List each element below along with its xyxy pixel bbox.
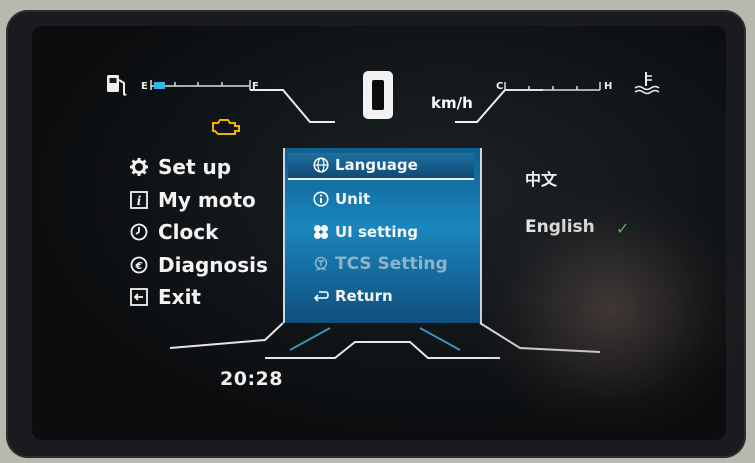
temp-hot-label: H: [604, 81, 613, 92]
checkmark-icon: ✓: [616, 219, 630, 238]
menu-item-clock[interactable]: Clock: [130, 218, 218, 246]
menu-item-label: Diagnosis: [158, 253, 268, 277]
fuel-full-label: F: [252, 81, 259, 92]
menu-item-set-up[interactable]: Set up: [130, 153, 231, 181]
menu-item-label: Clock: [158, 220, 219, 244]
menu-item-diagnosis[interactable]: € Diagnosis: [130, 251, 268, 279]
language-option-chinese[interactable]: 中文: [525, 166, 557, 190]
menu-item-my-moto[interactable]: i My moto: [130, 186, 256, 214]
submenu-item-unit[interactable]: Unit: [313, 187, 370, 211]
diagnosis-icon: €: [130, 256, 148, 274]
clock-icon: [130, 223, 148, 241]
exit-icon: [130, 288, 148, 306]
language-option-english[interactable]: English: [525, 217, 595, 237]
info-circle-icon: [313, 191, 329, 207]
menu-item-label: Set up: [158, 155, 232, 179]
submenu-item-tcs-setting[interactable]: TCS Setting: [313, 252, 448, 276]
coolant-temperature-icon: [634, 72, 660, 95]
submenu-item-label: Unit: [335, 190, 371, 208]
submenu-item-label: Language: [335, 156, 418, 174]
time-display: 20:28: [220, 368, 283, 390]
check-engine-icon: [212, 119, 240, 135]
globe-icon: [313, 157, 329, 173]
temp-cold-label: C: [496, 81, 504, 92]
fuel-pump-icon: [107, 75, 127, 96]
fuel-empty-label: E: [141, 81, 148, 92]
submenu-item-language[interactable]: Language: [313, 153, 418, 177]
temperature-gauge: [455, 72, 660, 123]
svg-text:€: €: [135, 261, 143, 272]
traction-control-icon: [313, 256, 329, 272]
fuel-level-bar: [154, 82, 165, 89]
speed-digit: [363, 71, 393, 119]
submenu-item-label: UI setting: [335, 223, 418, 241]
fan-icon: [313, 224, 329, 240]
svg-text:i: i: [137, 194, 142, 208]
info-box-icon: i: [130, 191, 148, 209]
menu-item-label: My moto: [158, 188, 256, 212]
gear-icon: [130, 158, 148, 176]
submenu-item-ui-setting[interactable]: UI setting: [313, 220, 418, 244]
submenu-item-label: TCS Setting: [335, 254, 448, 274]
